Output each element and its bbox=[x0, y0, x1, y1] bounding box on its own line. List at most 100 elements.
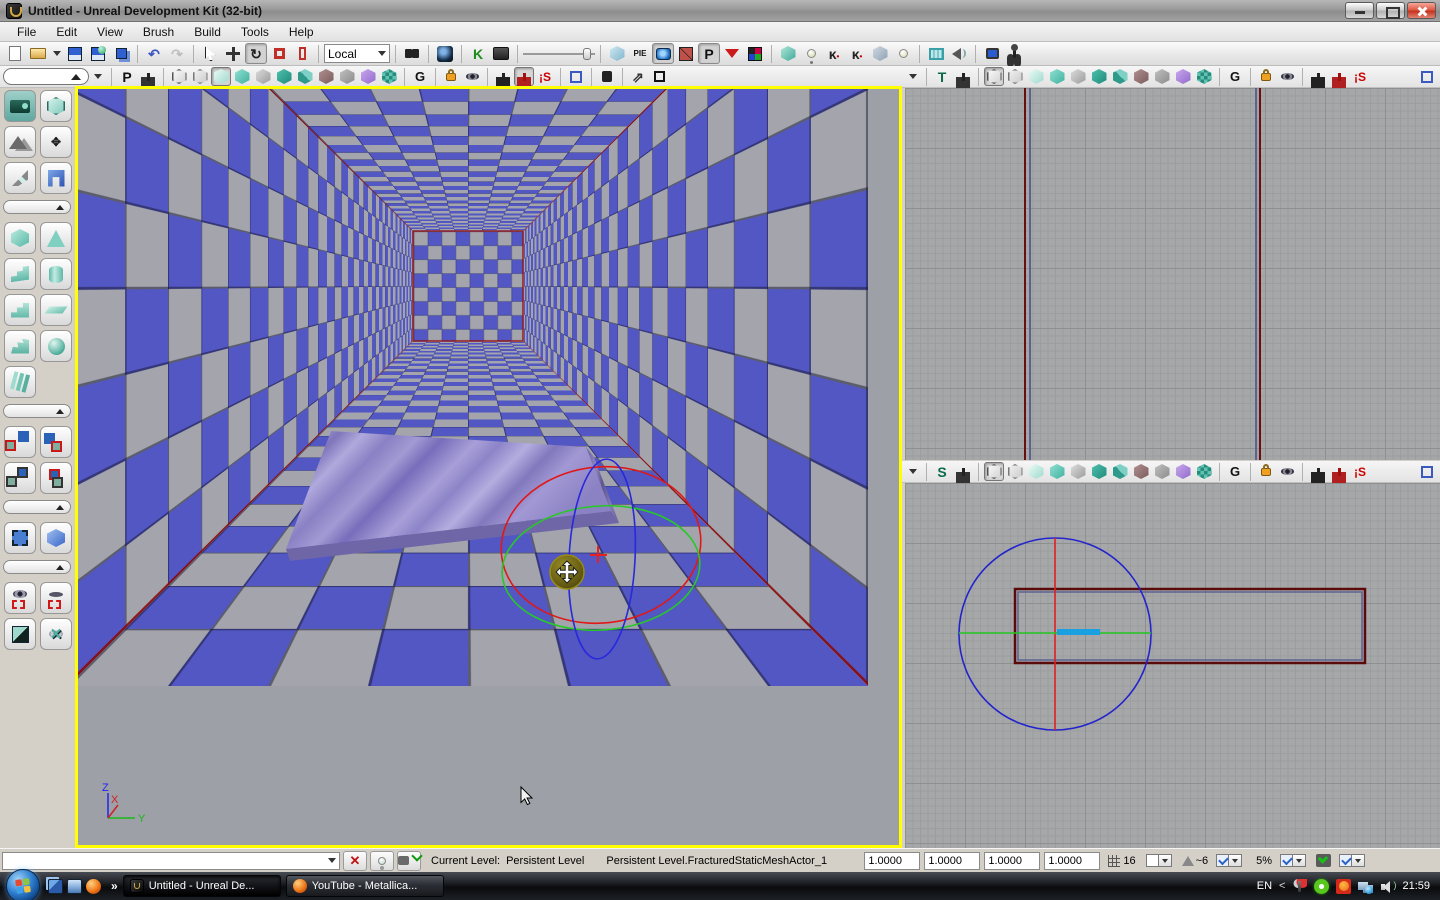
viewmode-wireframe-button[interactable] bbox=[169, 67, 189, 86]
grid-snap-dropdown[interactable] bbox=[1158, 854, 1172, 867]
play-in-editor-button[interactable]: PIE bbox=[629, 43, 651, 64]
lock-viewport-button[interactable] bbox=[441, 67, 461, 86]
front-squint-mode-button[interactable]: ¡S bbox=[1350, 67, 1370, 86]
front-viewport-options-dropdown[interactable] bbox=[905, 67, 921, 86]
scale-tool-button[interactable] bbox=[268, 43, 290, 64]
quicklaunch-overflow-chevron[interactable]: » bbox=[111, 879, 118, 893]
allow-matinee-preview-button[interactable] bbox=[493, 67, 513, 86]
viewmode-texturedensity-button[interactable] bbox=[316, 67, 336, 86]
front-viewmode-lightonly-button[interactable] bbox=[1089, 67, 1109, 86]
tray-network-icon[interactable] bbox=[1358, 878, 1374, 894]
terrain-mode-button[interactable] bbox=[4, 126, 36, 158]
play-from-here-button[interactable] bbox=[597, 67, 617, 86]
front-game-mode-button[interactable]: G bbox=[1225, 67, 1245, 86]
kismet-button[interactable]: K bbox=[467, 43, 489, 64]
show-selected-only-button[interactable] bbox=[4, 582, 36, 614]
csg-intersect-button[interactable] bbox=[4, 462, 36, 494]
scale-z-field[interactable]: 1.0000 bbox=[984, 851, 1041, 870]
play-on-console-button[interactable] bbox=[1004, 43, 1026, 64]
scale-nonuniform-tool-button[interactable] bbox=[291, 43, 313, 64]
front-viewmode-shadercomplexity-button[interactable] bbox=[1152, 67, 1172, 86]
side-viewmode-unlit-button[interactable] bbox=[1068, 462, 1088, 481]
maximize-viewport-button[interactable] bbox=[649, 67, 669, 86]
front-camera-visibility-button[interactable] bbox=[1277, 67, 1297, 86]
side-viewmode-wireframe-button[interactable] bbox=[984, 462, 1004, 481]
menu-view[interactable]: View bbox=[88, 23, 132, 41]
camera-visibility-button[interactable] bbox=[462, 67, 482, 86]
builder-linear-stairs-button[interactable] bbox=[4, 294, 36, 326]
camera-speed-alt-button[interactable]: κ• bbox=[846, 43, 868, 64]
start-button[interactable] bbox=[6, 869, 40, 900]
viewmode-lightonly-button[interactable] bbox=[274, 67, 294, 86]
tray-tool-icon[interactable] bbox=[1292, 878, 1308, 894]
far-clip-slider-thumb[interactable] bbox=[583, 47, 591, 60]
front-viewmode-unlit-button[interactable] bbox=[1068, 67, 1088, 86]
search-actors-button[interactable] bbox=[401, 43, 423, 64]
hide-selected-button[interactable] bbox=[40, 582, 72, 614]
front-viewmode-wireframe-button[interactable] bbox=[984, 67, 1004, 86]
publish-cook-button[interactable] bbox=[721, 43, 743, 64]
side-lock-viewport-button[interactable] bbox=[1256, 462, 1276, 481]
side-ortho-viewport[interactable] bbox=[905, 483, 1440, 848]
task-udk[interactable]: Untitled - Unreal De... bbox=[122, 875, 281, 897]
brush-polys-button[interactable] bbox=[675, 43, 697, 64]
csg-collapse-bar[interactable] bbox=[3, 500, 71, 514]
play-on-pc-button[interactable] bbox=[981, 43, 1003, 64]
task-youtube-firefox[interactable]: YouTube - Metallica... bbox=[285, 875, 444, 897]
static-mesh-mode-button[interactable] bbox=[40, 162, 72, 194]
texture-pan-mode-button[interactable]: ✥ bbox=[40, 126, 72, 158]
side-viewport-options-dropdown[interactable] bbox=[905, 462, 921, 481]
save-button[interactable] bbox=[64, 43, 86, 64]
csg-deintersect-button[interactable] bbox=[40, 462, 72, 494]
fullscreen-button[interactable] bbox=[434, 43, 456, 64]
front-viewmode-lit-button[interactable] bbox=[1026, 67, 1046, 86]
language-indicator[interactable]: EN bbox=[1257, 880, 1272, 892]
side-allow-matinee-button[interactable] bbox=[1308, 462, 1328, 481]
side-viewmode-lightonly-button[interactable] bbox=[1089, 462, 1109, 481]
tray-icq-flower-icon[interactable] bbox=[1314, 878, 1330, 894]
matinee-preview-button[interactable] bbox=[925, 43, 947, 64]
menu-file[interactable]: File bbox=[8, 23, 45, 41]
tray-avast-icon[interactable] bbox=[1336, 878, 1352, 894]
side-viewmode-shadercomplexity-button[interactable] bbox=[1152, 462, 1172, 481]
front-viewmode-lightcomplexity-button[interactable] bbox=[1110, 67, 1130, 86]
side-viewmode-texturedensity-button[interactable] bbox=[1131, 462, 1151, 481]
firefox-quicklaunch-icon[interactable] bbox=[86, 878, 101, 894]
switch-windows-quicklaunch-icon[interactable] bbox=[48, 878, 63, 894]
viewmode-lightcomplexity-button[interactable] bbox=[295, 67, 315, 86]
scale-y-field[interactable]: 1.0000 bbox=[924, 851, 981, 870]
builder-cube-button[interactable] bbox=[4, 222, 36, 254]
builders-collapse-bar[interactable] bbox=[3, 404, 71, 418]
build-status-button[interactable] bbox=[397, 849, 423, 871]
autosave-enable-checkbox[interactable] bbox=[1339, 854, 1353, 867]
select-tool-button[interactable] bbox=[199, 43, 221, 64]
side-resize-viewport-button[interactable] bbox=[1417, 462, 1437, 481]
content-browser-button[interactable] bbox=[606, 43, 628, 64]
select-surfaces-button[interactable] bbox=[4, 522, 36, 554]
allow-kismet-camera-button[interactable] bbox=[514, 67, 534, 86]
side-viewmode-lit-button[interactable] bbox=[1026, 462, 1046, 481]
side-viewmode-lightmapdensity-button[interactable] bbox=[1173, 462, 1193, 481]
autosave-dropdown[interactable] bbox=[1293, 854, 1307, 867]
front-viewmode-lightmapdensity-button[interactable] bbox=[1173, 67, 1193, 86]
open-map-button[interactable] bbox=[27, 43, 49, 64]
front-lock-viewport-button[interactable] bbox=[1256, 67, 1276, 86]
invert-selection-button[interactable] bbox=[4, 618, 36, 650]
viewmode-brushwire-button[interactable] bbox=[190, 67, 210, 86]
front-ortho-viewport[interactable] bbox=[905, 88, 1440, 460]
clear-status-button[interactable]: ✕ bbox=[343, 850, 367, 871]
redo-button[interactable]: ↷ bbox=[166, 43, 188, 64]
matinee-button[interactable] bbox=[490, 43, 512, 64]
builder-cone-button[interactable] bbox=[40, 222, 72, 254]
front-view-button[interactable]: T bbox=[932, 67, 952, 86]
side-view-button[interactable]: S bbox=[932, 462, 952, 481]
add-light-button[interactable] bbox=[800, 43, 822, 64]
show-desktop-quicklaunch-icon[interactable] bbox=[67, 878, 82, 894]
front-resize-viewport-button[interactable] bbox=[1417, 67, 1437, 86]
perspective-view-button[interactable]: P bbox=[117, 67, 137, 86]
texture-align-mode-button[interactable] bbox=[4, 162, 36, 194]
viewmode-lightmapdensity-button[interactable] bbox=[358, 67, 378, 86]
realtime-preview-button[interactable] bbox=[652, 43, 674, 64]
squint-mode-button[interactable]: ¡S bbox=[535, 67, 555, 86]
front-allow-matinee-button[interactable] bbox=[1308, 67, 1328, 86]
